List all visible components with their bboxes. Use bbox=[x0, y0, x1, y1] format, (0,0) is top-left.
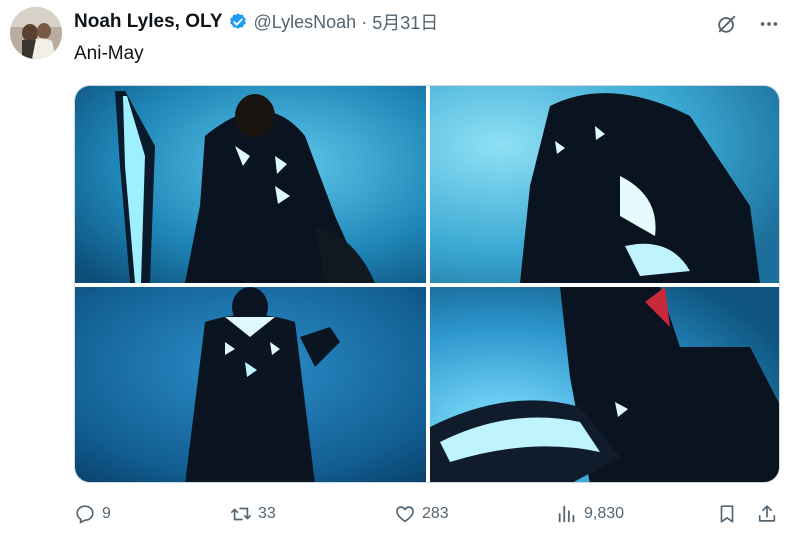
post-text: Ani-May bbox=[74, 43, 144, 64]
repost-button[interactable]: 33 bbox=[230, 498, 276, 530]
media-image-4[interactable] bbox=[430, 287, 779, 482]
reply-icon bbox=[76, 505, 94, 524]
media-grid bbox=[74, 85, 780, 483]
post-actions: 9 33 283 9,830 bbox=[74, 498, 784, 530]
avatar-photo bbox=[10, 7, 62, 59]
post-header: Noah Lyles, OLY @LylesNoah · 5月31日 bbox=[74, 9, 438, 35]
verified-badge-icon bbox=[228, 12, 248, 32]
share-icon bbox=[758, 505, 776, 522]
media-image-3[interactable] bbox=[75, 287, 426, 482]
heart-icon bbox=[396, 506, 414, 523]
more-icon[interactable] bbox=[757, 12, 781, 36]
bookmark-button[interactable] bbox=[716, 498, 738, 530]
reply-button[interactable]: 9 bbox=[74, 498, 111, 530]
repost-count: 33 bbox=[258, 505, 276, 522]
reply-count: 9 bbox=[102, 505, 111, 522]
like-count: 283 bbox=[422, 505, 449, 522]
post-top-actions bbox=[715, 12, 781, 36]
separator-dot: · bbox=[361, 11, 368, 32]
like-button[interactable]: 283 bbox=[394, 498, 449, 530]
views-chart-icon bbox=[558, 505, 575, 523]
views-count: 9,830 bbox=[584, 505, 625, 522]
share-button[interactable] bbox=[756, 498, 778, 530]
media-image-2[interactable] bbox=[430, 86, 779, 283]
media-image-1[interactable] bbox=[75, 86, 426, 283]
bookmark-icon bbox=[720, 505, 734, 523]
views-button[interactable]: 9,830 bbox=[556, 498, 624, 530]
author-handle[interactable]: @LylesNoah bbox=[254, 12, 357, 33]
grok-icon[interactable] bbox=[715, 12, 739, 36]
author-name[interactable]: Noah Lyles, OLY bbox=[74, 11, 223, 33]
post-date[interactable]: 5月31日 bbox=[372, 9, 438, 35]
repost-icon bbox=[231, 507, 251, 521]
avatar[interactable] bbox=[10, 7, 62, 59]
